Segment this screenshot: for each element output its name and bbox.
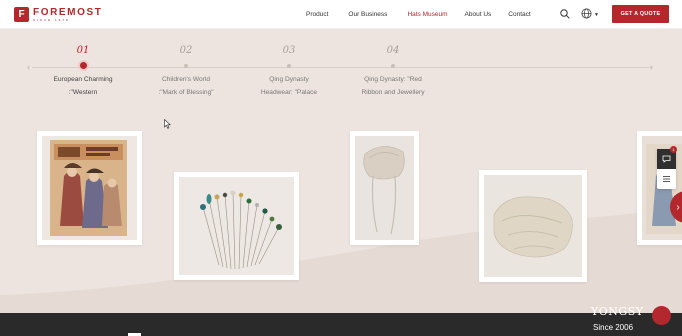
timeline-dot — [184, 64, 188, 68]
cursor-icon — [164, 119, 171, 129]
watermark-since: Since 2006 — [593, 323, 634, 332]
watermark-seal-icon — [652, 306, 671, 325]
logo[interactable]: F FOREMOST SINCE 1978 — [14, 7, 102, 22]
logo-mark-icon: F — [14, 7, 29, 22]
chevron-down-icon[interactable]: ▼ — [594, 12, 599, 18]
logo-tagline: SINCE 1978 — [33, 17, 70, 22]
timeline-step-04[interactable]: 04 Qing Dynasty: "Red Ribbon and Jewelle… — [333, 45, 453, 99]
nav-about-us[interactable]: About Us — [465, 11, 492, 18]
timeline-label-line1: Children's World — [161, 76, 211, 83]
hatpins-illustration — [200, 190, 282, 270]
logo-name: FOREMOST — [33, 6, 103, 18]
main-nav: Product Our Business Hats Museum About U… — [306, 0, 531, 29]
timeline-number: 01 — [76, 45, 90, 56]
timeline-label-line1: Qing Dynasty: "Red — [364, 76, 422, 83]
notification-badge: 1 — [670, 146, 677, 153]
exhibit-photo-hatpins[interactable] — [174, 172, 299, 280]
lace-cap-illustration — [493, 196, 573, 258]
get-a-quote-button[interactable]: GET A QUOTE — [612, 5, 669, 23]
timeline-dot — [391, 64, 395, 68]
timeline-dot — [287, 64, 291, 68]
timeline-next-icon[interactable]: › — [650, 62, 653, 72]
globe-icon[interactable] — [581, 8, 592, 19]
timeline-label-line2: Headwear: "Palace — [260, 88, 318, 96]
nav-hats-museum[interactable]: Hats Museum — [407, 11, 447, 18]
timeline-label-line2: Ribbon and Jewellery — [361, 88, 425, 96]
timeline-number: 03 — [282, 45, 296, 56]
timeline-label-line1: European Charming — [53, 76, 113, 83]
timeline-dot — [79, 62, 87, 69]
timeline-step-03[interactable]: 03 Qing Dynasty Headwear: "Palace — [229, 45, 349, 99]
magazine-illustration — [50, 140, 127, 236]
nav-product[interactable]: Product — [306, 11, 328, 18]
timeline-label-line1: Qing Dynasty — [269, 76, 309, 83]
timeline-label-line2: :"Mark of Blessing" — [158, 88, 214, 96]
timeline-number: 02 — [179, 45, 193, 56]
exhibit-photo-bonnet[interactable] — [350, 131, 419, 245]
list-icon — [663, 176, 670, 182]
nav-our-business[interactable]: Our Business — [348, 11, 387, 18]
chat-icon — [662, 155, 671, 163]
exhibit-photo-magazine[interactable] — [37, 131, 142, 245]
timeline-number: 04 — [386, 45, 400, 56]
exhibit-photo-lace-cap[interactable] — [479, 170, 587, 282]
nav-contact[interactable]: Contact — [508, 11, 530, 18]
search-icon[interactable] — [560, 9, 570, 19]
side-toolbar — [657, 149, 676, 189]
site-header: F FOREMOST SINCE 1978 Product Our Busine… — [0, 0, 682, 29]
timeline-step-01[interactable]: 01 European Charming :"Western — [23, 45, 143, 99]
watermark-name: YONGSY — [591, 305, 644, 318]
list-button[interactable] — [657, 169, 676, 189]
footer — [0, 313, 682, 336]
bonnet-illustration — [363, 146, 405, 235]
timeline-step-02[interactable]: 02 Children's World :"Mark of Blessing" — [126, 45, 246, 99]
timeline-label-line2: :"Western — [68, 88, 98, 96]
